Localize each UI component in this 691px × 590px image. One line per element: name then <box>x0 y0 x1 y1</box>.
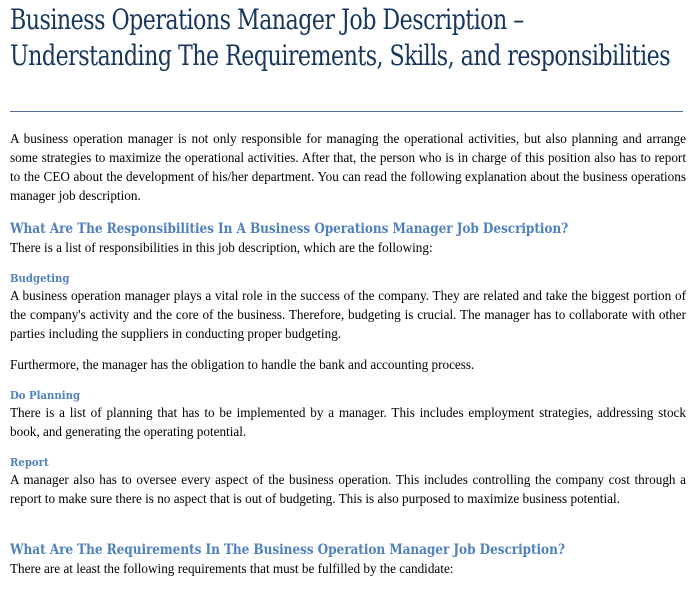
subsection-report: Report A manager also has to oversee eve… <box>10 454 686 508</box>
section-lead: There are at least the following require… <box>10 561 454 576</box>
paragraph: Furthermore, the manager has the obligat… <box>10 357 475 372</box>
title-divider <box>10 111 683 112</box>
subsection-budgeting: Budgeting A business operation manager p… <box>10 270 686 343</box>
responsibilities-section: What Are The Responsibilities In A Busin… <box>10 220 686 257</box>
subsection-heading-planning: Do Planning <box>10 388 81 402</box>
budgeting-extra: Furthermore, the manager has the obligat… <box>10 355 686 374</box>
paragraph: A manager also has to oversee every aspe… <box>10 472 686 506</box>
subsection-planning: Do Planning There is a list of planning … <box>10 387 686 441</box>
requirements-section: What Are The Requirements In The Busines… <box>10 541 686 578</box>
section-lead: There is a list of responsibilities in t… <box>10 240 433 255</box>
subsection-heading-report: Report <box>10 455 49 469</box>
paragraph: There is a list of planning that has to … <box>10 405 686 439</box>
page-title: Business Operations Manager Job Descript… <box>10 3 671 72</box>
paragraph: A business operation manager plays a vit… <box>10 288 686 341</box>
subsection-heading-budgeting: Budgeting <box>10 271 70 285</box>
section-heading-requirements: What Are The Requirements In The Busines… <box>10 542 565 558</box>
intro-paragraph: A business operation manager is not only… <box>10 131 686 203</box>
section-heading-responsibilities: What Are The Responsibilities In A Busin… <box>10 221 569 237</box>
article: Business Operations Manager Job Descript… <box>10 0 686 576</box>
